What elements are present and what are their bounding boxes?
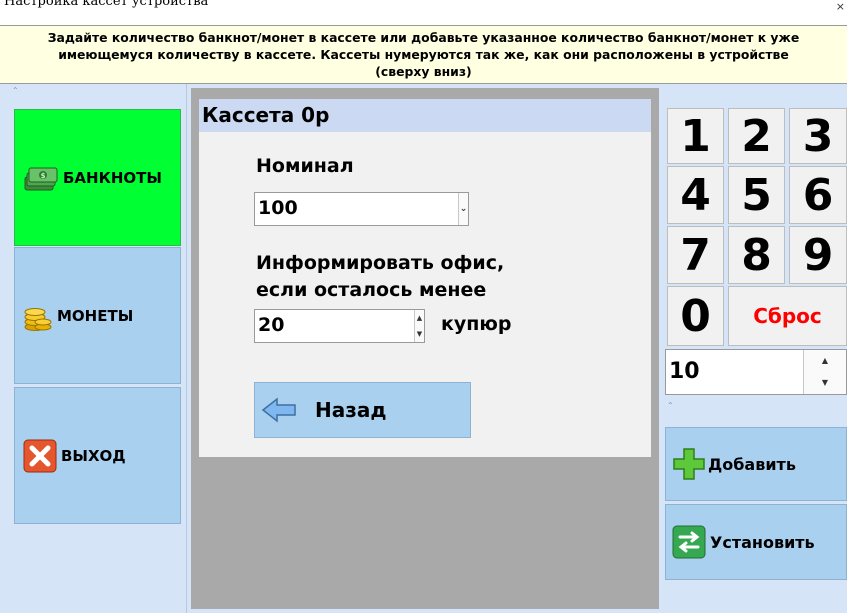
inform-label-line-1: Информировать офис, <box>256 252 505 274</box>
banner-line-3: (сверху вниз) <box>375 64 472 79</box>
swap-arrows-icon <box>672 525 706 559</box>
banner-line-1: Задайте количество банкнот/монет в кассе… <box>47 30 800 45</box>
stepper-down-icon[interactable]: ▼ <box>803 372 846 394</box>
add-label: Добавить <box>708 454 796 474</box>
key-3[interactable]: 3 <box>789 108 847 164</box>
denomination-label: Номинал <box>256 155 354 177</box>
instruction-banner: Задайте количество банкнот/монет в кассе… <box>0 25 847 84</box>
add-button[interactable]: Добавить <box>665 427 847 501</box>
denomination-select[interactable]: 100 ⌄ <box>254 192 469 226</box>
sidebar-item-exit[interactable]: ВЫХОД <box>14 387 181 524</box>
exit-x-icon <box>23 439 57 473</box>
key-0[interactable]: 0 <box>667 286 724 346</box>
key-7[interactable]: 7 <box>667 226 724 284</box>
set-button[interactable]: Установить <box>665 504 847 580</box>
collapse-chevron-icon[interactable]: ⌃ <box>12 86 19 95</box>
threshold-value: 20 <box>258 314 285 336</box>
key-5[interactable]: 5 <box>728 166 785 224</box>
reset-button[interactable]: Сброс <box>728 286 847 346</box>
panel-title: Кассета 0р <box>199 99 651 132</box>
plus-icon <box>672 447 706 481</box>
collapse-chevron-icon[interactable]: ⌃ <box>667 401 674 410</box>
title-bar: Настройка кассет устройства × <box>0 0 847 25</box>
key-2[interactable]: 2 <box>728 108 785 164</box>
svg-text:$: $ <box>41 172 46 180</box>
unit-label: купюр <box>441 313 512 335</box>
banner-line-2: имеющемуся количеству в кассете. Кассеты… <box>58 47 789 62</box>
banknotes-icon: $ <box>23 163 59 193</box>
sidebar-item-label: БАНКНОТЫ <box>63 168 162 187</box>
stepper-up-icon[interactable]: ▲ <box>414 310 424 326</box>
threshold-stepper[interactable]: 20 ▲ ▼ <box>254 309 425 343</box>
window-title: Настройка кассет устройства <box>4 0 209 9</box>
sidebar-item-banknotes[interactable]: $ БАНКНОТЫ <box>14 109 181 246</box>
inform-label-line-2: если осталось менее <box>256 279 487 301</box>
chevron-down-icon[interactable]: ⌄ <box>458 193 468 225</box>
close-icon[interactable]: × <box>836 0 845 13</box>
back-label: Назад <box>315 398 387 422</box>
denomination-value: 100 <box>258 197 298 219</box>
back-button[interactable]: Назад <box>254 382 471 438</box>
key-1[interactable]: 1 <box>667 108 724 164</box>
key-8[interactable]: 8 <box>728 226 785 284</box>
amount-value: 10 <box>669 359 700 384</box>
key-4[interactable]: 4 <box>667 166 724 224</box>
coins-icon <box>23 300 53 332</box>
stepper-down-icon[interactable]: ▼ <box>414 326 424 342</box>
set-label: Установить <box>710 532 815 552</box>
sidebar-item-coins[interactable]: МОНЕТЫ <box>14 247 181 384</box>
amount-stepper[interactable]: 10 ▲ ▼ <box>665 349 847 395</box>
stepper-up-icon[interactable]: ▲ <box>803 350 846 372</box>
arrow-left-icon <box>261 397 297 423</box>
key-6[interactable]: 6 <box>789 166 847 224</box>
key-9[interactable]: 9 <box>789 226 847 284</box>
sidebar-item-label: МОНЕТЫ <box>57 306 134 325</box>
sidebar-item-label: ВЫХОД <box>61 446 126 465</box>
